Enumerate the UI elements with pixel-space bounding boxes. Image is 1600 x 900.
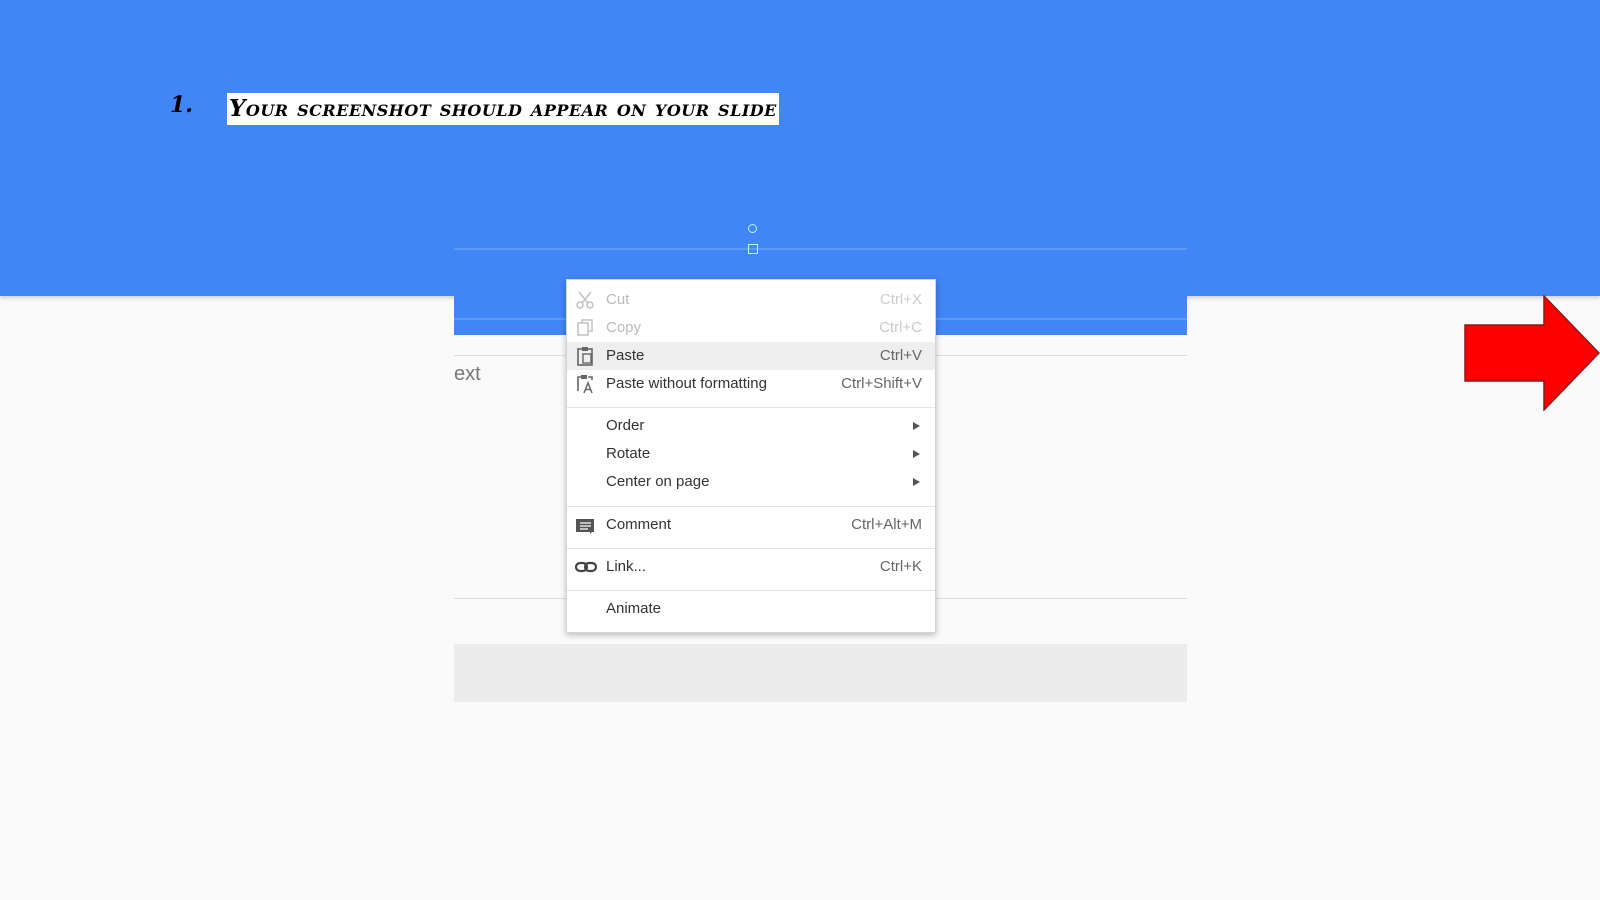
menu-separator (567, 590, 935, 591)
menu-item-rotate[interactable]: Rotate (567, 440, 935, 468)
red-arrow-icon (1464, 295, 1600, 411)
scissors-icon (575, 290, 595, 310)
menu-label: Paste without formatting (606, 375, 767, 392)
menu-shortcut: Ctrl+K (879, 558, 922, 575)
menu-item-copy[interactable]: Copy Ctrl+C (567, 314, 935, 342)
menu-shortcut: Ctrl+X (879, 291, 922, 308)
slide-header-band (0, 0, 1600, 296)
submenu-arrow-icon (913, 450, 920, 458)
menu-shortcut: Ctrl+Shift+V (841, 375, 922, 392)
menu-label: Center on page (606, 473, 710, 490)
menu-label: Comment (606, 516, 672, 533)
screenshot-footer (454, 644, 1187, 702)
menu-label: Link... (606, 558, 647, 575)
link-icon (574, 557, 598, 577)
menu-shortcut: Ctrl+C (879, 319, 922, 336)
resize-handle[interactable] (748, 244, 758, 254)
rotate-handle[interactable] (748, 224, 757, 233)
menu-item-link[interactable]: Link... Ctrl+K (567, 553, 935, 581)
menu-item-center-on-page[interactable]: Center on page (567, 468, 935, 496)
menu-item-paste[interactable]: Paste Ctrl+V (567, 342, 935, 370)
menu-label: Rotate (606, 445, 651, 462)
menu-item-cut[interactable]: Cut Ctrl+X (567, 286, 935, 314)
menu-label: Paste (606, 347, 645, 364)
menu-separator (567, 407, 935, 408)
menu-shortcut: Ctrl+V (879, 347, 922, 364)
menu-label: Animate (606, 600, 662, 617)
menu-separator (567, 548, 935, 549)
copy-icon (575, 318, 595, 338)
menu-item-paste-without-formatting[interactable]: Paste without formatting Ctrl+Shift+V (567, 370, 935, 398)
comment-icon (575, 515, 595, 535)
menu-item-order[interactable]: Order (567, 412, 935, 440)
menu-item-animate[interactable]: Animate (567, 595, 935, 623)
menu-item-comment[interactable]: Comment Ctrl+Alt+M (567, 511, 935, 539)
clipboard-icon (575, 346, 595, 366)
placeholder-text: ext (454, 363, 481, 385)
menu-label: Cut (606, 291, 630, 308)
menu-shortcut: Ctrl+Alt+M (851, 516, 922, 533)
menu-label: Order (606, 417, 645, 434)
menu-label: Copy (606, 319, 642, 336)
submenu-arrow-icon (913, 478, 920, 486)
submenu-arrow-icon (913, 422, 920, 430)
step-number: 1. (170, 92, 193, 118)
instruction-text: Your screenshot should appear on your sl… (227, 93, 779, 125)
menu-separator (567, 506, 935, 507)
selection-line-top (454, 248, 1187, 250)
clipboard-text-icon (575, 374, 595, 394)
context-menu: Cut Ctrl+X Copy Ctrl+C Paste Ctrl+V Past… (566, 279, 936, 633)
